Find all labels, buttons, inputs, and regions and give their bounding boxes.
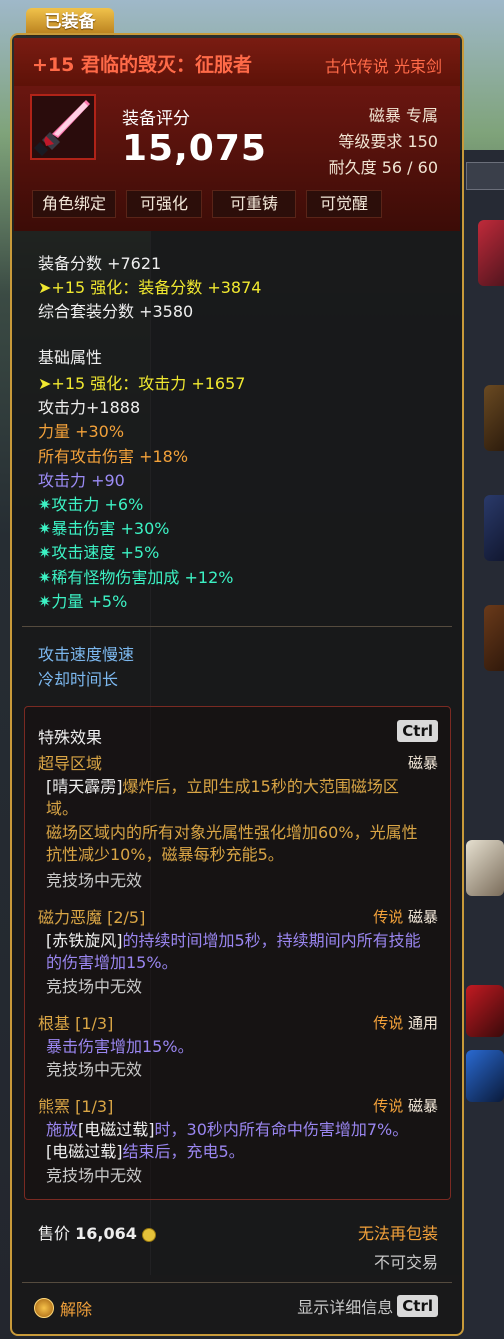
attribute-line: 所有攻击伤害 +18%	[38, 443, 188, 467]
attribute-text: +15 强化：攻击力 +1657	[51, 374, 246, 393]
effect-name: 磁力恶魔 [2/5]	[38, 908, 146, 927]
effect-description-extra: 磁场区域内的所有对象光属性强化增加60%，光属性抗性减少10%，磁暴每秒充能5。	[46, 823, 418, 864]
repack-status: 无法再包装	[357, 1224, 438, 1243]
item-type: 古代传说 光束剑	[324, 57, 442, 76]
item-title-bar: +15 君临的毁灭：征服者 古代传说 光束剑	[14, 38, 460, 86]
price-label: 售价	[38, 1224, 71, 1243]
unequip-button[interactable]: 解除	[34, 1296, 92, 1320]
trait-attack-speed: 攻击速度慢速	[38, 645, 135, 664]
background-item-icon[interactable]	[478, 220, 504, 286]
attribute-text: 攻击力 +6%	[51, 495, 144, 514]
attribute-text: 攻击力+1888	[38, 398, 141, 418]
class-exclusive: 磁暴 专属	[368, 106, 438, 125]
background-item-icon[interactable]	[484, 605, 504, 671]
background-item-icon[interactable]	[466, 840, 504, 896]
unequip-label: 解除	[60, 1300, 93, 1319]
attribute-line: 攻击力+1888	[38, 394, 140, 418]
effect-note: 竞技场中无效	[46, 977, 143, 996]
star-icon: ✷	[38, 495, 52, 514]
legend-tag: 传说	[373, 1014, 404, 1032]
badge-enhanceable: 可强化	[126, 190, 202, 218]
background-item-icon[interactable]	[484, 385, 504, 451]
star-icon: ✷	[38, 543, 52, 563]
attribute-line: 攻击力 +90	[38, 467, 125, 491]
class-tag: 通用	[407, 1014, 438, 1032]
attribute-text: 力量 +30%	[38, 422, 125, 442]
attribute-text: 攻击力 +90	[38, 470, 125, 490]
attribute-line: 力量 +30%	[38, 418, 124, 442]
effect-tags: 传说 磁暴	[373, 1095, 438, 1116]
effect-name: 根基 [1/3]	[38, 1014, 114, 1033]
attribute-line: ✷暴击伤害 +30%	[38, 515, 169, 539]
background-item-icon[interactable]	[466, 1050, 504, 1102]
arrow-icon: ➤	[38, 374, 52, 393]
effect-description: [赤铁旋风]的持续时间增加5秒，持续期间内所有技能的伤害增加15%。	[46, 931, 421, 972]
attribute-line: ✷攻击力 +6%	[38, 491, 143, 515]
special-effects-heading: 特殊效果	[38, 728, 103, 747]
effect-note: 竞技场中无效	[46, 1166, 143, 1185]
effect-note: 竞技场中无效	[46, 1060, 143, 1079]
effect-note: 竞技场中无效	[46, 871, 143, 890]
badge-awakenable: 可觉醒	[306, 190, 382, 218]
effect-tags: 传说 通用	[373, 1012, 438, 1033]
base-attributes-heading: 基础属性	[38, 348, 103, 367]
attribute-text: 力量 +5%	[51, 591, 128, 611]
legend-tag: 传说	[373, 908, 404, 926]
enhance-score-text: +15 强化：装备分数 +3874	[51, 278, 262, 297]
score-value: 15,075	[122, 128, 267, 169]
ctrl-key: Ctrl	[397, 1295, 438, 1317]
price-value: 16,064	[75, 1224, 137, 1243]
level-requirement: 等级要求 150	[338, 132, 438, 151]
show-details-hint[interactable]: 显示详细信息 Ctrl	[297, 1294, 438, 1318]
effect-name: 熊罴 [1/3]	[38, 1097, 114, 1116]
background-tab-button[interactable]	[466, 162, 504, 190]
ctrl-key: Ctrl	[397, 720, 438, 742]
divider	[22, 1282, 452, 1283]
special-effects-hotkey: Ctrl	[397, 720, 438, 742]
attribute-line: ➤+15 强化：攻击力 +1657	[38, 370, 245, 394]
background-item-icon[interactable]	[466, 985, 504, 1037]
arrow-icon: ➤	[38, 278, 52, 297]
effect-description: 施放[电磁过载]时，30秒内所有命中伤害增加7%。[电磁过载]结束后，充电5。	[46, 1120, 409, 1161]
star-icon: ✷	[38, 519, 52, 539]
set-score: 综合套装分数 +3580	[38, 302, 194, 321]
trait-cooldown: 冷却时间长	[38, 670, 119, 689]
enhance-score: ➤+15 强化：装备分数 +3874	[38, 274, 261, 298]
beam-sword-icon	[30, 94, 96, 160]
attribute-line: ✷攻击速度 +5%	[38, 539, 159, 563]
badge-character-bound: 角色绑定	[32, 190, 116, 218]
effect-name: 超导区域	[38, 754, 103, 773]
attribute-text: 稀有怪物伤害加成 +12%	[51, 567, 234, 587]
effect-tags: 传说 磁暴	[373, 906, 438, 927]
legend-tag: 传说	[373, 1097, 404, 1115]
attribute-line: ✷力量 +5%	[38, 588, 127, 612]
show-details-label: 显示详细信息	[297, 1298, 394, 1317]
class-tag: 磁暴	[407, 908, 438, 926]
item-name: +15 君临的毁灭：征服者	[32, 54, 252, 76]
class-tag: 磁暴	[407, 1097, 438, 1115]
attribute-line: ✷稀有怪物伤害加成 +12%	[38, 564, 233, 588]
equipped-tab: 已装备	[26, 8, 114, 36]
score-label: 装备评分	[122, 109, 190, 129]
star-icon: ✷	[38, 567, 52, 587]
badge-reforgeable: 可重铸	[212, 190, 296, 218]
divider	[22, 626, 452, 627]
trade-status: 不可交易	[373, 1253, 438, 1272]
background-item-icon[interactable]	[484, 495, 504, 561]
effect-description: 暴击伤害增加15%。	[46, 1037, 194, 1056]
effect-class: 磁暴	[407, 754, 438, 772]
durability: 耐久度 56 / 60	[328, 158, 438, 177]
item-header: 装备评分 15,075 磁暴 专属 等级要求 150 耐久度 56 / 60 角…	[14, 86, 460, 231]
effect-description: [晴天霹雳]爆炸后，立即生成15秒的大范围磁场区域。	[46, 777, 399, 818]
gold-coin-icon	[141, 1227, 156, 1242]
equip-score: 装备分数 +7621	[38, 254, 162, 273]
attribute-text: 所有攻击伤害 +18%	[38, 446, 189, 466]
attribute-text: 攻击速度 +5%	[51, 543, 160, 563]
star-icon: ✷	[38, 591, 52, 611]
background-right-panel	[460, 150, 504, 1339]
unequip-icon	[34, 1298, 54, 1318]
attribute-text: 暴击伤害 +30%	[51, 519, 170, 539]
sell-price: 售价 16,064	[38, 1220, 156, 1244]
